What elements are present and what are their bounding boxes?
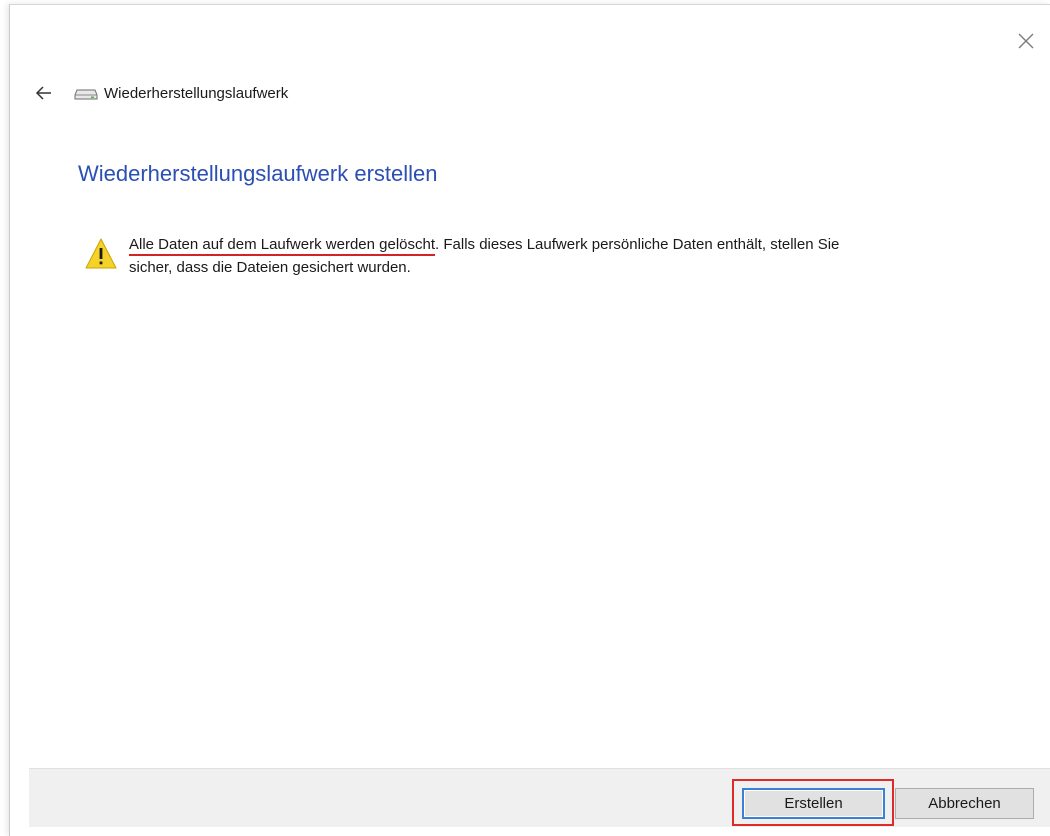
dialog-window: Wiederherstellungslaufwerk Wiederherstel…: [9, 4, 1050, 836]
nav-title: Wiederherstellungslaufwerk: [104, 84, 289, 102]
warning-text: Alle Daten auf dem Laufwerk werden gelös…: [129, 233, 869, 279]
back-arrow-icon: [35, 86, 51, 100]
page-title: Wiederherstellungslaufwerk erstellen: [78, 161, 438, 186]
close-icon: [1018, 33, 1034, 49]
cancel-button[interactable]: Abbrechen: [895, 788, 1034, 819]
navigation-bar: Wiederherstellungslaufwerk: [34, 81, 288, 105]
back-button[interactable]: [34, 83, 54, 103]
warning-emphasis: Alle Daten auf dem Laufwerk werden gelös…: [129, 236, 436, 253]
create-button[interactable]: Erstellen: [742, 788, 885, 819]
warning-icon: [85, 238, 117, 269]
close-button[interactable]: [1016, 31, 1036, 51]
drive-icon: [74, 85, 98, 101]
button-bar: Erstellen Abbrechen: [29, 768, 1050, 827]
warning-message: Alle Daten auf dem Laufwerk werden gelös…: [84, 233, 884, 279]
